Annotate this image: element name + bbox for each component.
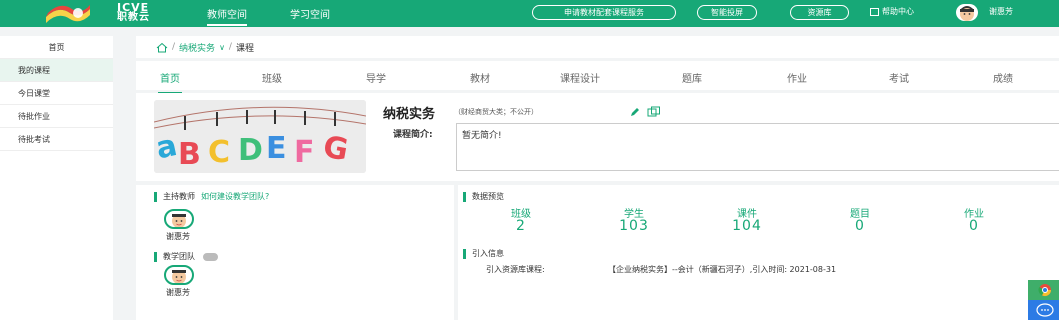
svg-text:B: B bbox=[178, 137, 201, 172]
tab-grades[interactable]: 成绩 bbox=[993, 70, 1013, 85]
question-badge-icon[interactable] bbox=[203, 252, 218, 261]
help-center-link[interactable]: 帮助中心 bbox=[870, 5, 914, 19]
import-label: 引入资源库课程: bbox=[486, 265, 545, 274]
breadcrumb: / 纳税实务 ∨ / 课程 bbox=[136, 36, 1059, 58]
tab-classes[interactable]: 班级 bbox=[262, 70, 282, 85]
logo-ribbon-icon bbox=[46, 5, 90, 23]
breadcrumb-separator: / bbox=[228, 42, 232, 52]
help-book-icon bbox=[870, 8, 879, 16]
tab-textbook[interactable]: 教材 bbox=[470, 70, 490, 85]
chrome-float-button[interactable] bbox=[1028, 280, 1059, 300]
browser-icon bbox=[1038, 284, 1051, 297]
smart-cast-button[interactable]: 智能投屏 bbox=[697, 5, 757, 20]
stat-students-value[interactable]: 103 bbox=[604, 218, 664, 234]
course-info-card: a B C D E F G 纳税实务 （财经商贸大类；不公开） 课程简介: 暂无… bbox=[136, 93, 1059, 181]
main-teacher-avatar[interactable] bbox=[164, 209, 194, 229]
avatar-face-icon bbox=[960, 6, 974, 21]
tab-course-design[interactable]: 课程设计 bbox=[560, 70, 600, 85]
main-teacher-label: 主持教师 bbox=[163, 192, 195, 201]
chat-icon bbox=[1036, 303, 1054, 317]
overview-title: 数据预览 bbox=[472, 192, 504, 201]
section-marker bbox=[154, 191, 157, 202]
tab-homework[interactable]: 作业 bbox=[787, 70, 807, 85]
svg-text:C: C bbox=[208, 135, 230, 170]
abc-banner-illustration: a B C D E F G bbox=[154, 100, 366, 173]
svg-text:D: D bbox=[238, 133, 263, 168]
stat-courseware-value[interactable]: 104 bbox=[717, 218, 777, 234]
breadcrumb-current: 课程 bbox=[235, 43, 254, 54]
help-center-label: 帮助中心 bbox=[882, 7, 914, 16]
stat-homework-value[interactable]: 0 bbox=[944, 218, 1004, 234]
top-header: ICVE 职教云 教师空间 学习空间 申请教材配套课程服务 智能投屏 资源库 帮… bbox=[0, 0, 1059, 27]
section-marker bbox=[463, 191, 466, 202]
sidebar-item-today-class[interactable]: 今日课堂 bbox=[0, 82, 113, 105]
tab-exams[interactable]: 考试 bbox=[889, 70, 909, 85]
left-sidebar: 首页 我的课程 今日课堂 待批作业 待批考试 bbox=[0, 36, 113, 320]
avatar-face-icon bbox=[172, 270, 186, 283]
team-label: 教学团队 bbox=[163, 252, 195, 261]
copy-icon[interactable] bbox=[647, 106, 661, 117]
data-overview-panel: 数据预览 班级 2 学生 103 课件 104 题目 0 作业 0 引入信息 引… bbox=[458, 185, 1059, 320]
import-title: 引入信息 bbox=[472, 249, 504, 258]
svg-text:F: F bbox=[294, 135, 315, 170]
intro-label: 课程简介: bbox=[393, 130, 433, 140]
sidebar-item-pending-exams[interactable]: 待批考试 bbox=[0, 128, 113, 151]
breadcrumb-course[interactable]: 纳税实务 bbox=[179, 41, 215, 54]
course-tabs: 首页 班级 导学 教材 课程设计 题库 作业 考试 成绩 bbox=[136, 61, 1059, 94]
user-name[interactable]: 谢惠芳 bbox=[989, 6, 1013, 17]
course-title: 纳税实务 bbox=[383, 107, 436, 122]
brand-logo[interactable]: ICVE 职教云 bbox=[117, 2, 150, 23]
import-value: 【企业纳税实务】--会计（新疆石河子）,引入时间: 2021-08-31 bbox=[608, 265, 837, 274]
apply-service-button[interactable]: 申请教材配套课程服务 bbox=[532, 5, 676, 20]
main-teacher-name: 谢惠芳 bbox=[166, 232, 190, 241]
intro-text: 暂无简介! bbox=[456, 123, 1059, 171]
teachers-panel: 主持教师 如何建设教学团队? 谢惠芳 教学团队 谢惠芳 bbox=[136, 185, 454, 320]
tab-home[interactable]: 首页 bbox=[158, 70, 182, 94]
svg-text:E: E bbox=[266, 131, 287, 166]
stat-classes-value[interactable]: 2 bbox=[491, 218, 551, 234]
course-meta: （财经商贸大类；不公开） bbox=[454, 108, 538, 116]
sidebar-item-my-courses[interactable]: 我的课程 bbox=[0, 59, 113, 82]
section-marker bbox=[154, 251, 157, 262]
nav-study-space[interactable]: 学习空间 bbox=[290, 6, 330, 21]
build-team-link[interactable]: 如何建设教学团队? bbox=[201, 191, 269, 202]
main-teacher-header: 主持教师 如何建设教学团队? bbox=[154, 191, 269, 202]
user-avatar[interactable] bbox=[956, 4, 978, 21]
course-cover-image[interactable]: a B C D E F G bbox=[154, 100, 366, 173]
breadcrumb-separator: / bbox=[172, 42, 176, 52]
tab-question-bank[interactable]: 题库 bbox=[682, 70, 702, 85]
tab-guide[interactable]: 导学 bbox=[366, 70, 386, 85]
nav-teacher-space[interactable]: 教师空间 bbox=[207, 6, 247, 26]
resource-lib-button[interactable]: 资源库 bbox=[790, 5, 849, 20]
section-marker bbox=[463, 248, 466, 259]
team-teacher-avatar[interactable] bbox=[164, 265, 194, 285]
chat-float-button[interactable] bbox=[1028, 300, 1059, 320]
team-teacher-name: 谢惠芳 bbox=[166, 288, 190, 297]
home-icon[interactable] bbox=[156, 42, 168, 53]
overview-header: 数据预览 bbox=[463, 191, 504, 202]
stat-questions-value[interactable]: 0 bbox=[830, 218, 890, 234]
sidebar-item-home[interactable]: 首页 bbox=[0, 36, 113, 59]
team-header: 教学团队 bbox=[154, 251, 218, 262]
edit-icon[interactable] bbox=[630, 107, 640, 117]
sidebar-item-pending-homework[interactable]: 待批作业 bbox=[0, 105, 113, 128]
avatar-face-icon bbox=[172, 214, 186, 227]
import-header: 引入信息 bbox=[463, 248, 504, 259]
brand-line2: 职教云 bbox=[117, 12, 150, 23]
chevron-down-icon[interactable]: ∨ bbox=[219, 43, 225, 52]
